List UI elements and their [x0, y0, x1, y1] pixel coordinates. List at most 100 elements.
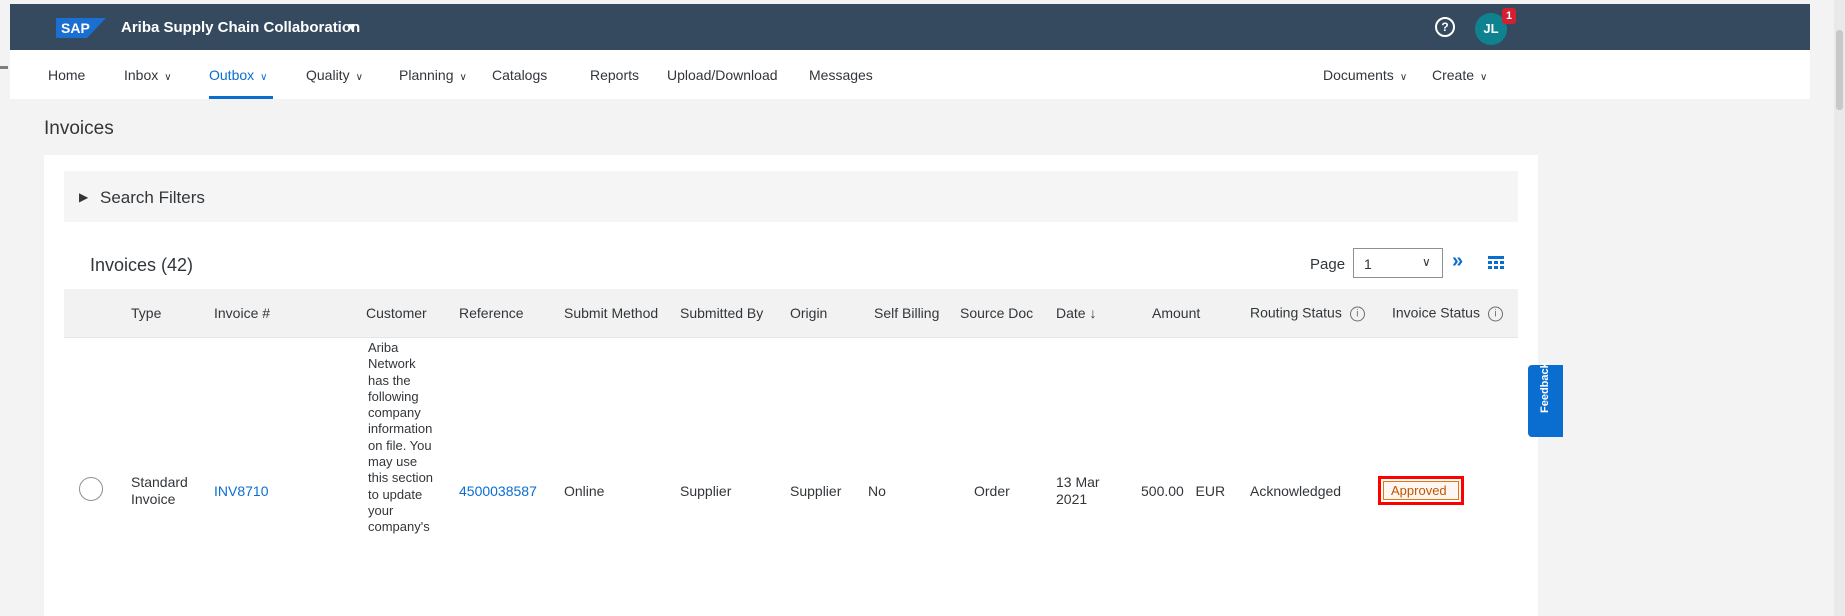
customer-text-line: company's	[368, 519, 430, 535]
amount-value: 500.00	[1141, 483, 1184, 499]
customer-text-line: information	[368, 421, 433, 437]
cell-amount: 500.00 EUR	[1141, 483, 1225, 499]
col-customer[interactable]: Customer	[366, 305, 427, 321]
nav-reports[interactable]: Reports	[590, 67, 639, 83]
sap-logo[interactable]: SAP	[56, 18, 106, 38]
customer-text-line: on file. You	[368, 437, 432, 453]
nav-home[interactable]: Home	[48, 67, 85, 83]
cell-submit-method: Online	[564, 483, 605, 499]
shell-bar: SAP Ariba Supply Chain Collaboration ▼ ?…	[10, 4, 1810, 50]
col-self-billing[interactable]: Self Billing	[874, 305, 939, 321]
cell-type-line: Standard	[131, 474, 188, 490]
cell-self-billing: No	[868, 483, 886, 499]
col-routing-status[interactable]: Routing Status i	[1250, 305, 1365, 322]
nav-messages[interactable]: Messages	[809, 67, 873, 83]
caret-down-icon[interactable]: ▼	[346, 20, 358, 34]
nav-quality[interactable]: Quality ∨	[306, 67, 363, 83]
nav-inbox[interactable]: Inbox ∨	[124, 67, 172, 83]
scrollbar-thumb[interactable]	[1836, 30, 1843, 110]
search-filters-panel[interactable]: ▶ Search Filters	[64, 171, 1518, 222]
invoice-number-link[interactable]: INV8710	[214, 483, 268, 499]
nav-label: Outbox	[209, 67, 255, 83]
nav-label: Home	[48, 67, 86, 83]
chevron-down-icon: ∨	[1480, 72, 1488, 83]
info-icon[interactable]: i	[1349, 306, 1365, 322]
table-title: Invoices (42)	[90, 255, 194, 275]
cell-date: 13 Mar 2021	[1056, 474, 1100, 508]
col-invoice-number[interactable]: Invoice #	[214, 305, 270, 321]
col-reference[interactable]: Reference	[459, 305, 524, 321]
col-invoice-status[interactable]: Invoice Status i	[1392, 305, 1503, 322]
col-source-doc[interactable]: Source Doc	[960, 305, 1033, 321]
reference-link[interactable]: 4500038587	[459, 483, 537, 499]
expand-arrow-icon[interactable]: ▶	[79, 190, 88, 204]
nav-planning[interactable]: Planning ∨	[399, 67, 467, 83]
next-page-icon[interactable]: »	[1452, 250, 1463, 273]
customer-text-line: may use	[368, 454, 418, 470]
customer-text-line: your	[368, 502, 394, 518]
nav-label: Documents	[1323, 67, 1394, 83]
customer-text-line: this section	[368, 470, 434, 486]
notification-badge: 1	[1502, 8, 1516, 24]
cell-routing-status: Acknowledged	[1250, 483, 1342, 499]
table-settings-icon[interactable]	[1488, 256, 1504, 270]
cell-date-line: 2021	[1056, 491, 1088, 507]
customer-text-line: to update	[368, 486, 423, 502]
cell-origin: Supplier	[790, 483, 842, 499]
main-navigation: Home Inbox ∨ Outbox ∨ Quality ∨ Planning ∨ C…	[10, 50, 1810, 99]
col-submit-method[interactable]: Submit Method	[564, 305, 658, 321]
currency: EUR	[1195, 483, 1226, 499]
feedback-label: Feedback	[1539, 362, 1551, 413]
nav-label: Catalogs	[492, 67, 548, 83]
invoice-status-badge: Approved	[1383, 481, 1459, 500]
col-invoice-status-label: Invoice Status	[1392, 304, 1480, 321]
help-icon[interactable]: ?	[1435, 17, 1455, 37]
cell-source-doc: Order	[974, 483, 1010, 499]
nav-outbox[interactable]: Outbox ∨	[209, 67, 267, 83]
col-submitted-by[interactable]: Submitted By	[680, 305, 763, 321]
cell-date-line: 13 Mar	[1056, 474, 1100, 490]
chevron-down-icon: ∨	[1422, 255, 1431, 269]
customer-text-line: Network	[368, 356, 416, 372]
page-title: Invoices	[44, 118, 114, 139]
col-origin[interactable]: Origin	[790, 305, 827, 321]
nav-label: Planning	[399, 67, 454, 83]
nav-upload-download[interactable]: Upload/Download	[667, 67, 778, 83]
divider	[0, 66, 8, 69]
nav-documents[interactable]: Documents ∨	[1323, 67, 1407, 83]
sort-down-icon: ↓	[1089, 305, 1097, 321]
customer-text-line: Ariba	[368, 340, 399, 355]
col-date-label: Date	[1056, 305, 1086, 321]
chevron-down-icon: ∨	[459, 72, 467, 83]
chevron-down-icon: ∨	[164, 72, 172, 83]
nav-catalogs[interactable]: Catalogs	[492, 67, 547, 83]
search-filters-label[interactable]: Search Filters	[100, 188, 205, 208]
app-title[interactable]: Ariba Supply Chain Collaboration	[121, 19, 360, 36]
cell-type-line: Invoice	[131, 491, 176, 507]
nav-label: Upload/Download	[667, 67, 778, 83]
feedback-tab[interactable]: Feedback	[1528, 362, 1563, 437]
invoices-card	[44, 155, 1538, 616]
info-icon[interactable]: i	[1487, 306, 1503, 322]
customer-text-line: following	[368, 388, 419, 404]
cell-type: Standard Invoice	[131, 474, 188, 508]
col-type[interactable]: Type	[131, 305, 161, 321]
chevron-down-icon: ∨	[1399, 72, 1408, 83]
customer-text-line: company	[368, 405, 421, 421]
col-routing-status-label: Routing Status	[1250, 304, 1342, 321]
nav-create[interactable]: Create ∨	[1432, 67, 1487, 83]
active-tab-indicator	[209, 96, 273, 99]
page-label: Page	[1310, 256, 1346, 273]
cell-submitted-by: Supplier	[680, 483, 732, 499]
chevron-down-icon: ∨	[260, 72, 268, 83]
row-select-radio[interactable]	[79, 477, 103, 501]
nav-label: Reports	[590, 67, 640, 83]
nav-label: Inbox	[124, 67, 159, 83]
col-amount[interactable]: Amount	[1152, 305, 1200, 321]
col-date[interactable]: Date ↓	[1056, 305, 1096, 321]
nav-label: Quality	[306, 67, 350, 83]
cell-customer: Ariba Network has the following company …	[368, 340, 440, 536]
nav-label: Create	[1432, 67, 1475, 83]
page-value: 1	[1364, 256, 1372, 272]
page-select[interactable]: 1 ∨	[1353, 248, 1443, 278]
